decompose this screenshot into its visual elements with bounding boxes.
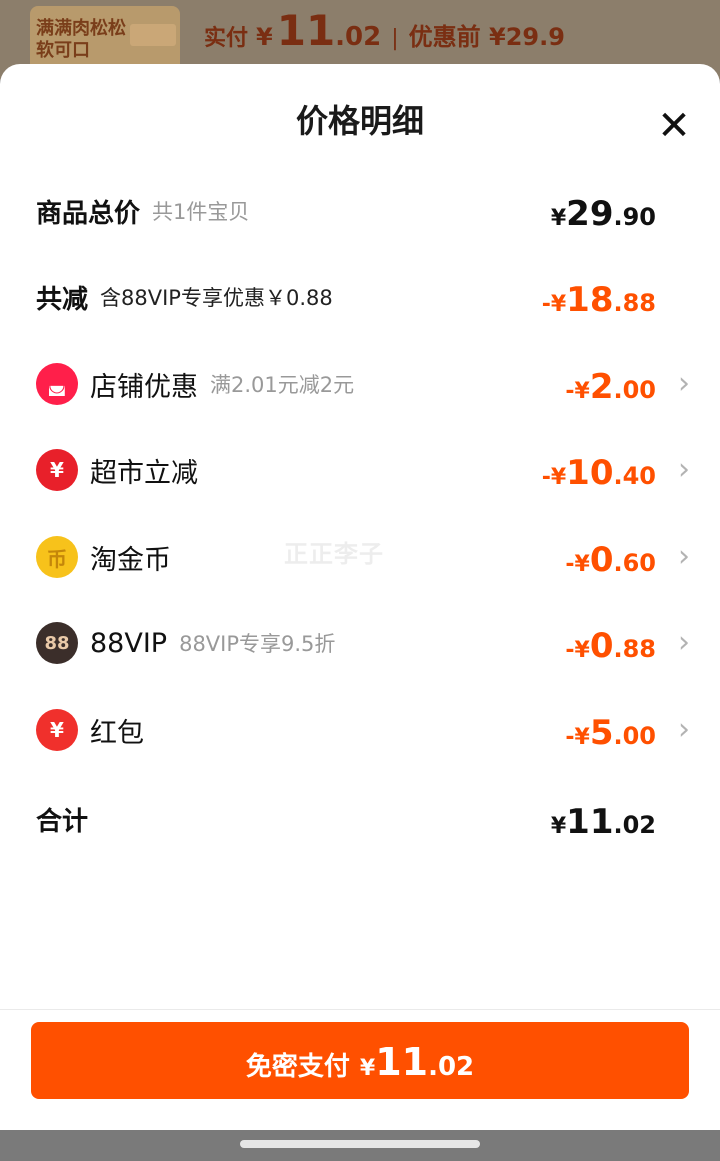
price-row[interactable]: ◛ 店铺优惠 满2.01元减2元 -¥ 2.00 › xyxy=(36,359,690,409)
chevron-right-icon: › xyxy=(678,712,690,747)
close-icon: ✕ xyxy=(657,103,691,149)
price-row-amount: -¥ 0.60 xyxy=(565,532,656,582)
price-row-main: 88 88VIP 88VIP专享9.5折 xyxy=(36,618,335,668)
amount-dec: .88 xyxy=(613,289,656,317)
price-row-main: 共减 含88VIP专享优惠￥0.88 xyxy=(36,272,333,322)
amount-int: 0 xyxy=(589,540,614,580)
amount-yen: -¥ xyxy=(565,552,590,577)
product-thumbnail-tag xyxy=(130,24,176,46)
amount-int: 18 xyxy=(566,280,614,320)
price-row-label: 共减 xyxy=(36,284,89,315)
price-row-amount: -¥ 18.88 xyxy=(542,272,656,322)
total-int: 11 xyxy=(566,802,614,842)
price-row[interactable]: 88 88VIP 88VIP专享9.5折 -¥ 0.88 › xyxy=(36,618,690,668)
amount-yen: -¥ xyxy=(541,292,567,317)
home-indicator[interactable] xyxy=(240,1140,480,1148)
price-row-amount: -¥ 2.00 xyxy=(565,359,656,409)
amount-yen: ¥ xyxy=(550,206,567,231)
pay-button-label: 免密支付 xyxy=(245,1052,350,1082)
amount-yen: -¥ xyxy=(541,465,567,490)
sheet-title: 价格明细 xyxy=(295,102,424,140)
pay-button-dec: .02 xyxy=(428,1052,475,1082)
amount-int: 0 xyxy=(589,626,614,666)
paid-amount-dec: .02 xyxy=(335,22,382,52)
price-row-subtitle: 含88VIP专享优惠￥0.88 xyxy=(100,286,333,310)
vip88-icon: 88 xyxy=(36,622,78,664)
amount-int: 2 xyxy=(589,367,614,407)
red-packet-icon: ¥ xyxy=(36,709,78,751)
price-row: 共减 含88VIP专享优惠￥0.88 -¥ 18.88 xyxy=(36,272,690,322)
total-label: 合计 xyxy=(36,806,89,837)
price-row[interactable]: ¥ 超市立减 -¥ 10.40 › xyxy=(36,445,690,495)
supermarket-discount-icon: ¥ xyxy=(36,449,78,491)
amount-dec: .90 xyxy=(613,203,656,231)
price-row-main: 商品总价 共1件宝贝 xyxy=(36,186,249,236)
paid-yen: ¥ xyxy=(256,23,273,51)
price-row-main: ◛ 店铺优惠 满2.01元减2元 xyxy=(36,359,354,409)
price-row-subtitle: 满2.01元减2元 xyxy=(210,373,355,397)
background-price: 实付 ¥ 11 .02 | 优惠前 ¥29.9 xyxy=(204,6,565,55)
amount-dec: .88 xyxy=(613,635,656,663)
price-row-subtitle: 88VIP专享9.5折 xyxy=(179,632,336,656)
amount-int: 29 xyxy=(566,194,614,234)
price-row-label: 商品总价 xyxy=(36,198,141,229)
total-dec: .02 xyxy=(613,811,656,839)
product-thumbnail-text: 满满肉松松软可口 xyxy=(36,18,126,61)
price-row-amount: ¥29.90 xyxy=(551,186,656,236)
amount-yen: -¥ xyxy=(565,725,590,750)
chevron-right-icon: › xyxy=(678,452,690,487)
amount-yen: -¥ xyxy=(565,379,590,404)
paid-amount-int: 11 xyxy=(276,6,336,55)
original-price: 优惠前 ¥29.9 xyxy=(408,23,565,51)
price-row-subtitle: 共1件宝贝 xyxy=(152,200,250,224)
price-row-label: 88VIP xyxy=(90,627,168,659)
price-row-label: 超市立减 xyxy=(90,457,198,489)
chevron-right-icon: › xyxy=(678,366,690,401)
watermark: 正正李子 xyxy=(284,540,384,568)
footer-divider xyxy=(0,1009,720,1010)
paid-label: 实付 xyxy=(204,26,249,51)
amount-yen: -¥ xyxy=(565,638,590,663)
price-detail-sheet: 价格明细 ✕ 商品总价 共1件宝贝 ¥29.90 共减 含88VIP专享优惠￥0.88 -… xyxy=(0,64,720,1130)
amount-int: 5 xyxy=(589,713,614,753)
price-row-main: 币淘金币 xyxy=(36,532,171,582)
price-row-label: 红包 xyxy=(90,717,144,749)
gold-coin-icon: 币 xyxy=(36,536,78,578)
system-nav-bar xyxy=(0,1130,720,1161)
pay-button[interactable]: 免密支付 ¥ 11 .02 xyxy=(31,1022,689,1099)
total-yen: ¥ xyxy=(550,814,567,839)
amount-int: 10 xyxy=(566,453,614,493)
price-row-amount: -¥ 5.00 xyxy=(565,705,656,755)
price-row-amount: -¥ 10.40 xyxy=(542,445,656,495)
price-row: 商品总价 共1件宝贝 ¥29.90 xyxy=(36,186,690,236)
amount-dec: .00 xyxy=(613,722,656,750)
pay-button-yen: ¥ xyxy=(359,1056,376,1081)
price-row-amount: -¥ 0.88 xyxy=(565,618,656,668)
price-row-main: ¥ 红包 xyxy=(36,705,144,755)
price-row-main: ¥ 超市立减 xyxy=(36,445,198,495)
amount-dec: .60 xyxy=(613,549,656,577)
price-separator: | xyxy=(391,26,399,51)
amount-dec: .40 xyxy=(613,462,656,490)
price-row-label: 淘金币 xyxy=(90,544,171,576)
chevron-right-icon: › xyxy=(678,625,690,660)
pay-button-int: 11 xyxy=(375,1040,429,1084)
total-row: 合计 ¥ 11 .02 xyxy=(36,794,690,844)
price-row-label: 店铺优惠 xyxy=(90,371,198,403)
shop-icon: ◛ xyxy=(36,363,78,405)
close-button[interactable]: ✕ xyxy=(650,102,698,150)
price-row[interactable]: ¥ 红包 -¥ 5.00 › xyxy=(36,705,690,755)
chevron-right-icon: › xyxy=(678,539,690,574)
amount-dec: .00 xyxy=(613,376,656,404)
total-amount: ¥ 11 .02 xyxy=(551,794,656,844)
